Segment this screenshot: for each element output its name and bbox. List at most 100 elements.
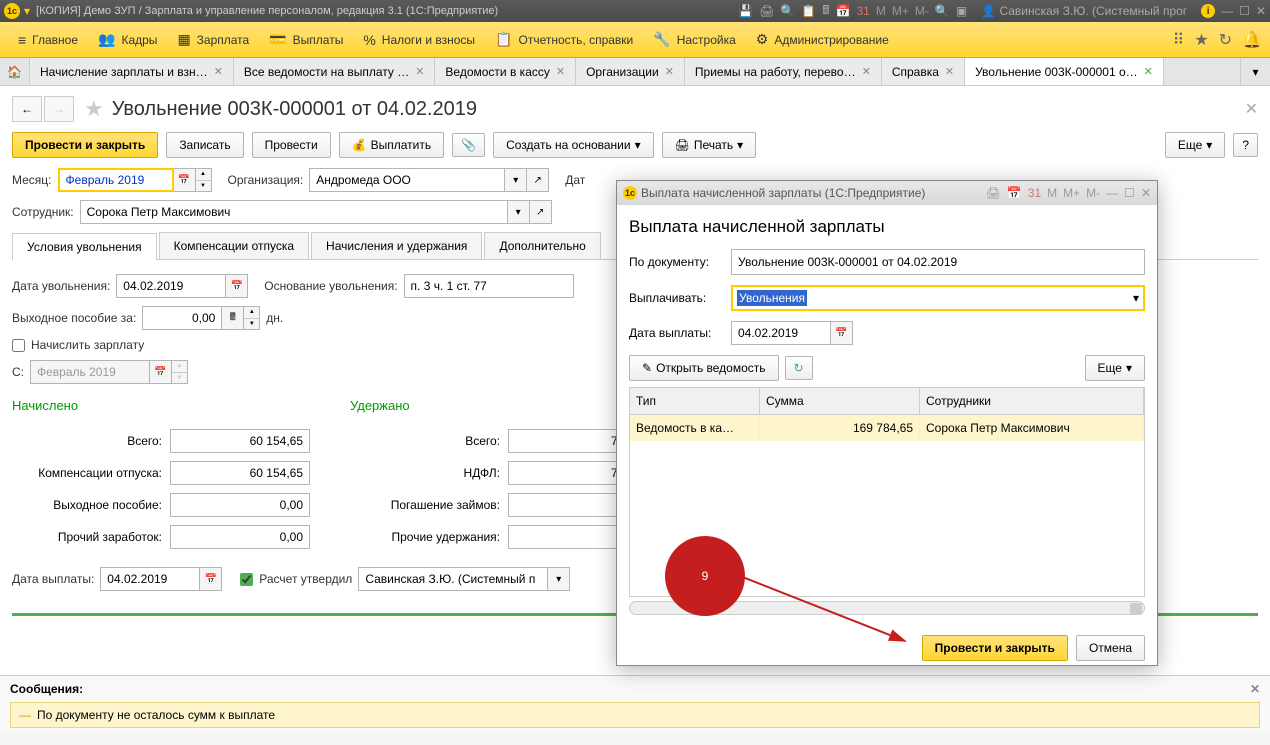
- table-row[interactable]: Ведомость в ка… 169 784,65 Сорока Петр М…: [630, 415, 1144, 441]
- close-icon[interactable]: ✕: [1256, 4, 1266, 18]
- messages-close-icon[interactable]: ✕: [1250, 682, 1260, 696]
- paydate-input[interactable]: [100, 567, 200, 591]
- menu-payments[interactable]: 💳Выплаты: [259, 27, 353, 52]
- dlg-date-input[interactable]: [731, 321, 831, 345]
- favorite-icon[interactable]: ★: [84, 96, 104, 122]
- dropdown-icon[interactable]: ▾: [24, 4, 30, 18]
- user-label[interactable]: 👤 Савинская З.Ю. (Системный прог: [981, 4, 1187, 18]
- subtab-extra[interactable]: Дополнительно: [484, 232, 600, 259]
- total-accrued[interactable]: [170, 429, 310, 453]
- message-item[interactable]: —По документу не осталось сумм к выплате: [10, 702, 1260, 728]
- more-button[interactable]: Еще ▾: [1165, 132, 1225, 158]
- basis-input[interactable]: [404, 274, 574, 298]
- calendar2-icon[interactable]: 31: [856, 4, 869, 18]
- calendar-icon[interactable]: 📅: [831, 321, 853, 345]
- history-icon[interactable]: ↻: [1219, 30, 1232, 50]
- dropdown-icon[interactable]: ▾: [1133, 291, 1139, 305]
- bell-icon[interactable]: 🔔: [1242, 30, 1262, 50]
- minimize-icon[interactable]: —: [1106, 186, 1118, 200]
- th-type[interactable]: Тип: [630, 388, 760, 414]
- severance-input[interactable]: [142, 306, 222, 330]
- severance-value[interactable]: [170, 493, 310, 517]
- subtab-compensation[interactable]: Компенсации отпуска: [159, 232, 309, 259]
- calendar-icon[interactable]: 📅: [836, 4, 851, 18]
- approved-by-input[interactable]: [358, 567, 548, 591]
- doc-input[interactable]: [731, 249, 1145, 275]
- print-icon[interactable]: 🖨: [759, 4, 774, 18]
- create-based-button[interactable]: Создать на основании ▾: [493, 132, 654, 158]
- subtab-conditions[interactable]: Условия увольнения: [12, 233, 157, 260]
- dlg-more-button[interactable]: Еще ▾: [1085, 355, 1145, 381]
- accrue-checkbox[interactable]: [12, 339, 25, 352]
- employee-input[interactable]: [80, 200, 508, 224]
- tab-6[interactable]: Увольнение 003К-000001 о…✕: [965, 58, 1164, 85]
- calc-icon[interactable]: 🖩: [822, 1, 829, 22]
- open-icon[interactable]: ↗: [530, 200, 552, 224]
- memory-mminus[interactable]: M-: [1086, 186, 1100, 200]
- compare-icon[interactable]: 📋: [801, 4, 816, 18]
- dropdown-icon[interactable]: ▾: [505, 168, 527, 192]
- info-icon[interactable]: i: [1201, 4, 1215, 18]
- payvia-select[interactable]: Увольнения ▾: [731, 285, 1145, 311]
- help-button[interactable]: ?: [1233, 133, 1258, 157]
- calc-icon[interactable]: 🖩: [222, 306, 244, 330]
- menu-settings[interactable]: 🔧Настройка: [643, 27, 746, 52]
- severance-spinner[interactable]: ▲▼: [244, 306, 260, 330]
- memory-m[interactable]: M: [876, 4, 886, 18]
- close-icon[interactable]: ✕: [1141, 186, 1151, 200]
- tab-5[interactable]: Справка✕: [882, 58, 965, 85]
- calendar2-icon[interactable]: 31: [1028, 186, 1041, 200]
- th-sum[interactable]: Сумма: [760, 388, 920, 414]
- home-tab[interactable]: 🏠: [0, 58, 30, 85]
- menu-reports[interactable]: 📋Отчетность, справки: [485, 27, 643, 52]
- apps-icon[interactable]: ⠿: [1173, 30, 1185, 50]
- zoom-in-icon[interactable]: 🔍: [935, 4, 950, 18]
- other-income-value[interactable]: [170, 525, 310, 549]
- back-button[interactable]: ←: [12, 96, 42, 122]
- minimize-icon[interactable]: —: [1221, 4, 1233, 18]
- dropdown-icon[interactable]: ▾: [548, 567, 570, 591]
- month-input[interactable]: [58, 168, 174, 192]
- subtab-accruals[interactable]: Начисления и удержания: [311, 232, 482, 259]
- tab-0[interactable]: Начисление зарплаты и взн…✕: [30, 58, 234, 85]
- menu-hr[interactable]: 👥Кадры: [88, 27, 167, 52]
- memory-mplus[interactable]: M+: [892, 4, 909, 18]
- dropdown-icon[interactable]: ▾: [508, 200, 530, 224]
- dlg-cancel-button[interactable]: Отмена: [1076, 635, 1145, 661]
- pay-button[interactable]: 💰Выплатить: [339, 132, 444, 158]
- save-icon[interactable]: 💾: [738, 4, 753, 18]
- maximize-icon[interactable]: ☐: [1239, 4, 1250, 18]
- print-icon[interactable]: 🖨: [986, 186, 1001, 200]
- post-and-close-button[interactable]: Провести и закрыть: [12, 132, 158, 158]
- print-button[interactable]: 🖨 Печать ▾: [662, 132, 757, 158]
- tab-menu-icon[interactable]: ▾: [1240, 58, 1270, 85]
- calendar-icon[interactable]: 📅: [226, 274, 248, 298]
- menu-main[interactable]: ≡Главное: [8, 28, 88, 52]
- tab-close-icon[interactable]: ✕: [945, 65, 954, 78]
- star-icon[interactable]: ★: [1194, 30, 1208, 50]
- tab-4[interactable]: Приемы на работу, перево…✕: [685, 58, 882, 85]
- save-button[interactable]: Записать: [166, 132, 243, 158]
- doc-close-icon[interactable]: ✕: [1245, 99, 1258, 119]
- tab-2[interactable]: Ведомости в кассу✕: [435, 58, 576, 85]
- tab-close-icon[interactable]: ✕: [665, 65, 674, 78]
- compensation-value[interactable]: [170, 461, 310, 485]
- menu-taxes[interactable]: %Налоги и взносы: [353, 28, 485, 52]
- window-icon[interactable]: ▣: [956, 4, 967, 18]
- tab-3[interactable]: Организации✕: [576, 58, 685, 85]
- menu-admin[interactable]: ⚙Администрирование: [746, 27, 899, 52]
- th-employee[interactable]: Сотрудники: [920, 388, 1144, 414]
- open-icon[interactable]: ↗: [527, 168, 549, 192]
- preview-icon[interactable]: 🔍: [780, 4, 795, 18]
- calendar-icon[interactable]: 📅: [200, 567, 222, 591]
- tab-close-icon[interactable]: ✕: [1144, 65, 1153, 78]
- dlg-post-close-button[interactable]: Провести и закрыть: [922, 635, 1068, 661]
- tab-close-icon[interactable]: ✕: [556, 65, 565, 78]
- open-statement-button[interactable]: ✎ Открыть ведомость: [629, 355, 779, 381]
- memory-mminus[interactable]: M-: [915, 4, 929, 18]
- approved-checkbox[interactable]: [240, 573, 253, 586]
- attach-button[interactable]: 📎: [452, 133, 485, 157]
- calendar-icon[interactable]: 📅: [174, 168, 196, 192]
- forward-button[interactable]: →: [44, 96, 74, 122]
- month-spinner[interactable]: ▲▼: [196, 168, 212, 192]
